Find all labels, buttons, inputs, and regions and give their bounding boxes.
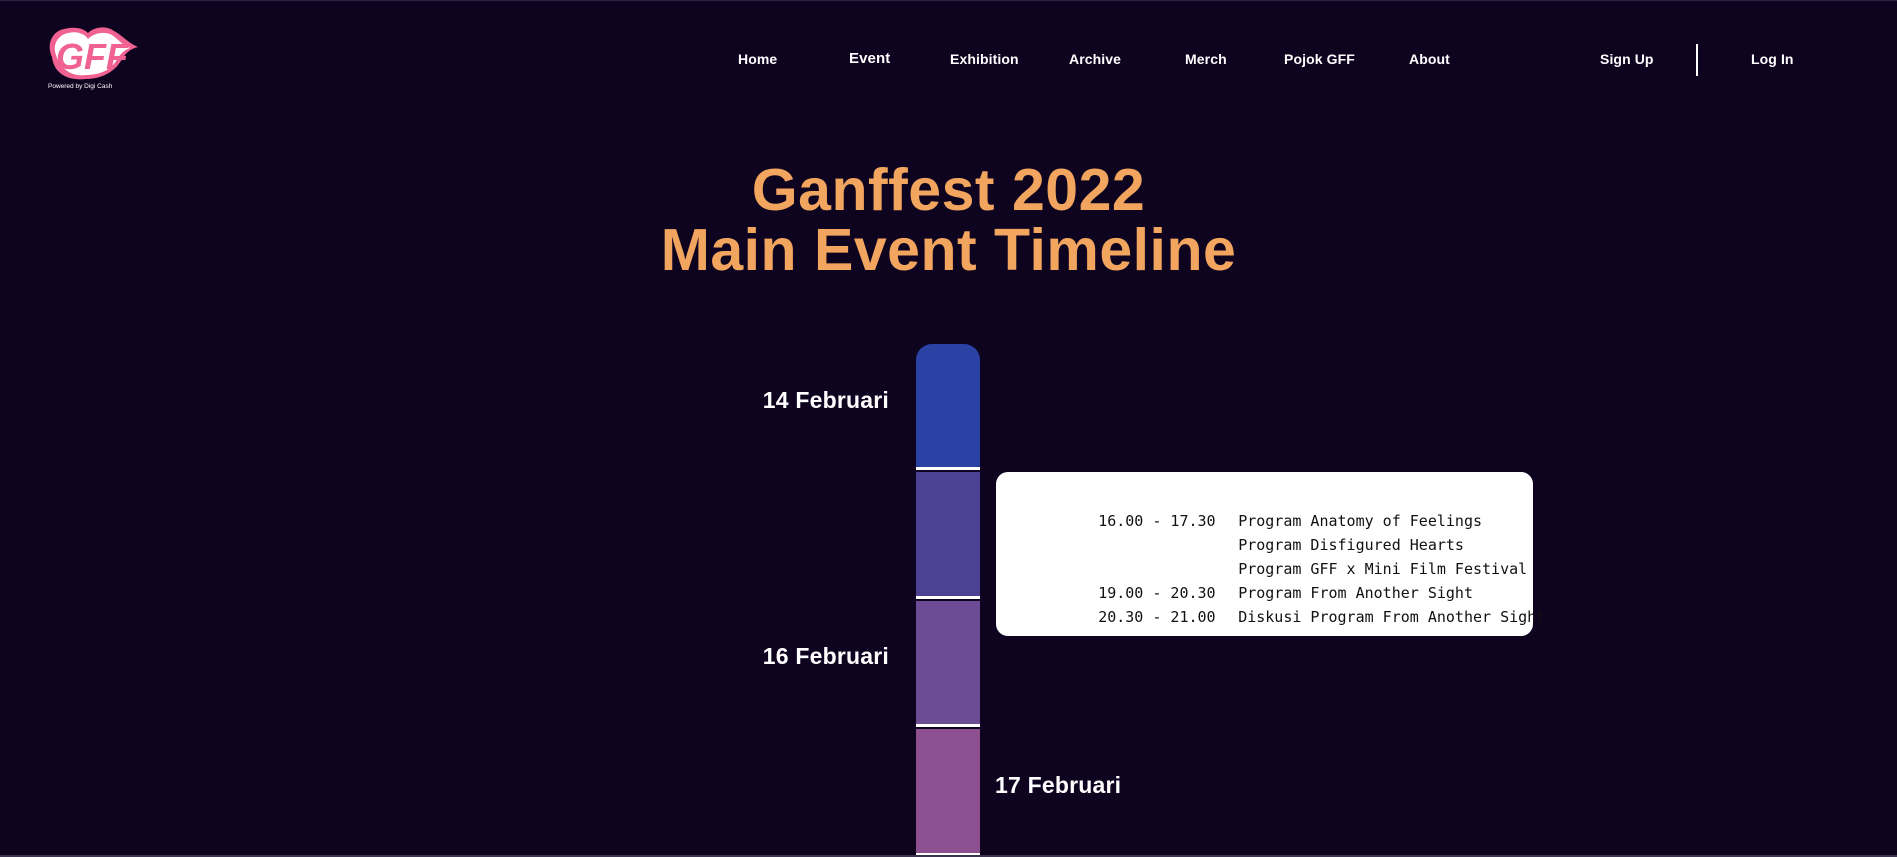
timeline-divider (916, 467, 980, 470)
page-title-line1: Ganffest 2022 (751, 157, 1146, 223)
nav-about[interactable]: About (1409, 51, 1450, 67)
timeline-divider (916, 724, 980, 727)
sign-up-link[interactable]: Sign Up (1600, 51, 1654, 67)
timeline-segment-1[interactable] (916, 344, 980, 467)
nav-merch[interactable]: Merch (1185, 51, 1227, 67)
nav-divider (1696, 44, 1698, 76)
gff-logo-icon: GFF (49, 27, 138, 80)
log-in-link[interactable]: Log In (1751, 51, 1794, 67)
gff-logo[interactable]: GFF Powered by Digi Cash (42, 23, 142, 99)
date-label-16-februari: 16 Februari (762, 643, 889, 669)
schedule-card: 16.00 - 17.30 Program Anatomy of Feelings… (996, 472, 1545, 636)
page-title-line2: Main Event Timeline (660, 217, 1237, 283)
nav-exhibition[interactable]: Exhibition (950, 51, 1019, 67)
nav-home[interactable]: Home (738, 51, 777, 67)
timeline-divider (916, 596, 980, 599)
nav-event[interactable]: Event (849, 50, 890, 67)
schedule-time: 20.30 - 21.00 (1098, 608, 1216, 626)
schedule-row: 16.00 - 17.30 Program Anatomy of Feelings (1044, 494, 1482, 530)
timeline-segment-2[interactable] (916, 472, 980, 596)
schedule-program: Diskusi Program From Another Sight (1238, 608, 1546, 626)
nav-pojok-gff[interactable]: Pojok GFF (1284, 51, 1355, 67)
date-label-14-februari: 14 Februari (762, 387, 889, 413)
schedule-row: 20.30 - 21.00 Diskusi Program From Anothe… (1044, 590, 1545, 626)
schedule-row: Program GFF x Mini Film Festival (1044, 542, 1527, 578)
svg-text:GFF: GFF (56, 36, 129, 77)
logo-powered-by: Powered by Digi Cash (48, 83, 113, 90)
page: GFF Powered by Digi Cash Home Event Exhi… (0, 0, 1897, 857)
schedule-row: 19.00 - 20.30 Program From Another Sight (1044, 566, 1473, 602)
timeline-segment-4[interactable] (916, 729, 980, 853)
timeline-segment-3[interactable] (916, 601, 980, 724)
schedule-row: Program Disfigured Hearts (1044, 518, 1464, 554)
nav-archive[interactable]: Archive (1069, 51, 1121, 67)
date-label-17-februari: 17 Februari (995, 772, 1122, 798)
